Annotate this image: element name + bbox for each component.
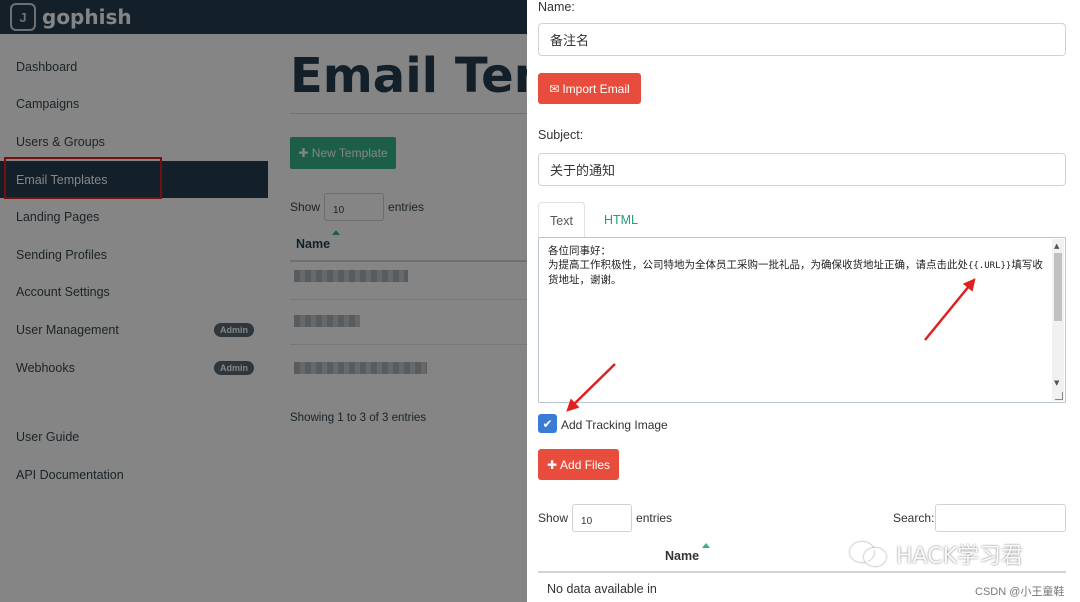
annotation-arrow-url bbox=[924, 278, 976, 341]
watermark-text: HACK学习君 bbox=[896, 544, 1023, 569]
watermark: HACK学习君 bbox=[850, 538, 1023, 570]
annotation-arrow-tracking bbox=[566, 363, 616, 412]
wechat-icon bbox=[850, 540, 890, 568]
annotation-arrows bbox=[566, 278, 976, 412]
csdn-credit: CSDN @小王童鞋 bbox=[975, 586, 1065, 598]
